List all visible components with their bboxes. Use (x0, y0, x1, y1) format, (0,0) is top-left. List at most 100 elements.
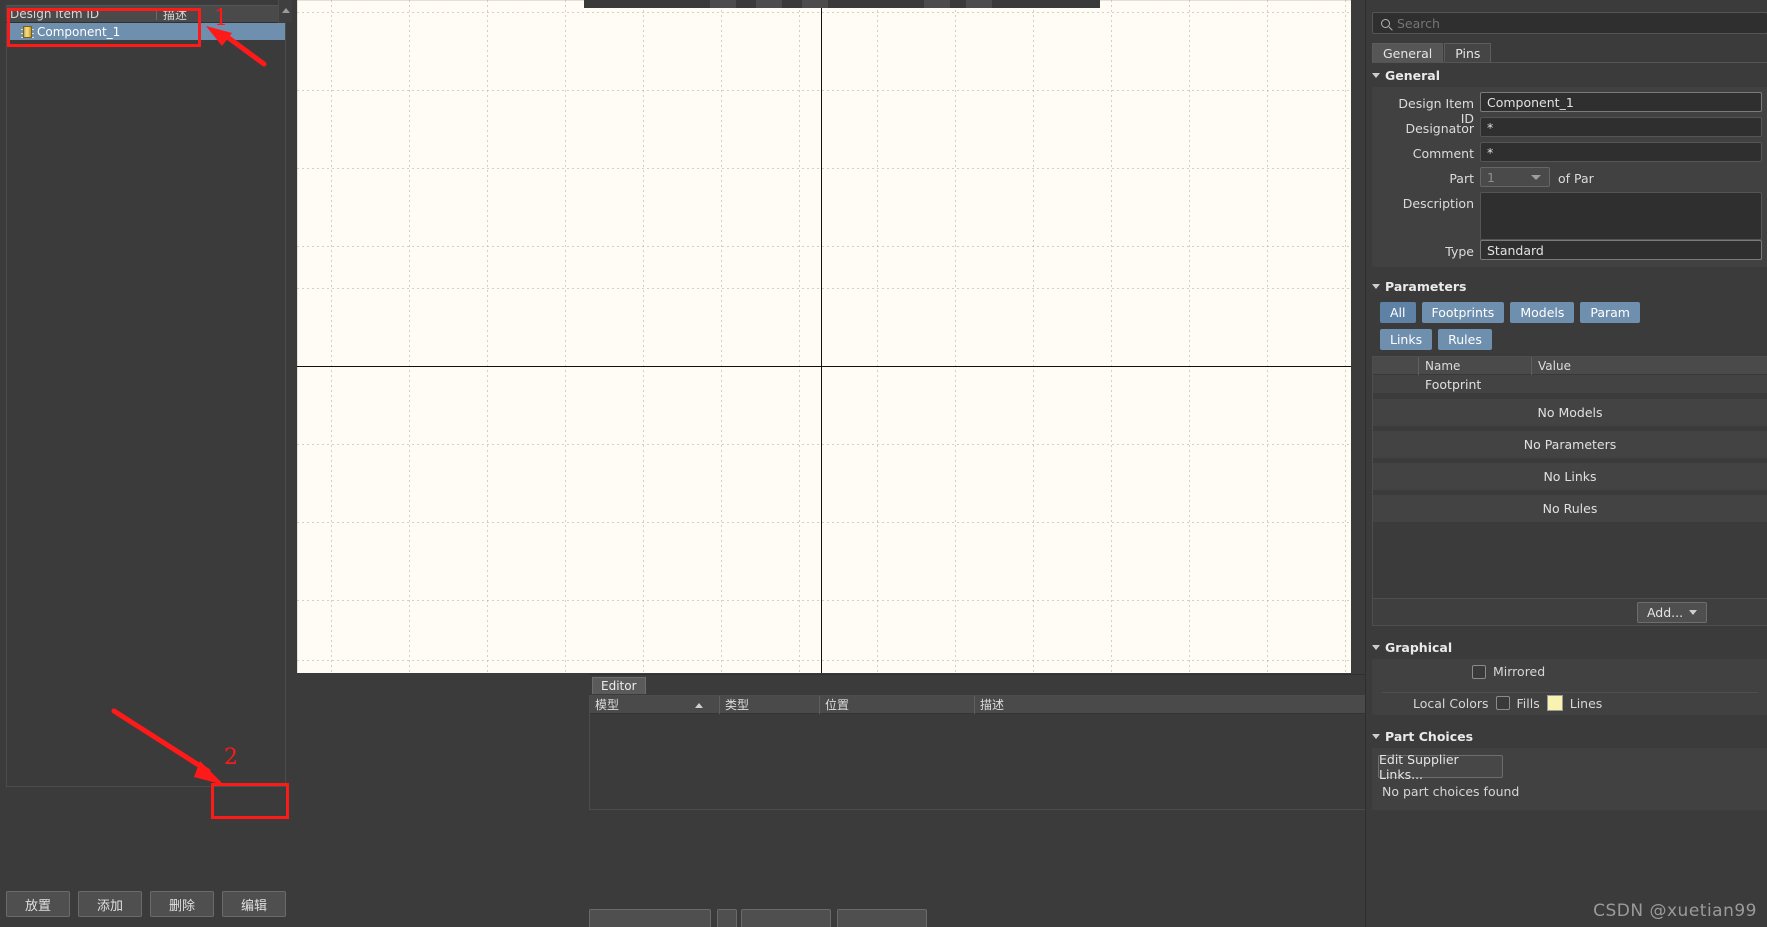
design-items-list[interactable]: Component_1 (6, 23, 286, 787)
comment-value: * (1487, 144, 1494, 160)
banner-no-rules: No Rules (1373, 495, 1767, 522)
design-item-id-value: Component_1 (1487, 94, 1574, 110)
designator-value: * (1487, 119, 1494, 135)
search-icon (1381, 18, 1390, 28)
section-header-parameters[interactable]: Parameters (1372, 279, 1466, 294)
schematic-canvas[interactable] (297, 0, 1351, 673)
place-button[interactable]: 放置 (6, 891, 70, 917)
scroll-up-arrow-icon[interactable] (282, 8, 290, 13)
parameters-table[interactable]: Name Value Footprint No Models No Parame… (1372, 356, 1767, 602)
bottom-button-stub-2[interactable] (717, 909, 737, 927)
designator-field[interactable]: * (1480, 117, 1762, 137)
column-header-design-item-id[interactable]: Design Item ID (6, 7, 154, 21)
label-description: Description (1402, 196, 1474, 211)
label-of-parts: of Par (1558, 171, 1594, 186)
column-divider (156, 8, 157, 20)
filter-footprints[interactable]: Footprints (1421, 302, 1505, 323)
filter-all[interactable]: All (1380, 302, 1416, 323)
bottom-button-stub-1[interactable] (589, 909, 711, 927)
section-header-part-choices[interactable]: Part Choices (1372, 729, 1473, 744)
parameters-column-name[interactable]: Name (1419, 357, 1532, 375)
edit-button[interactable]: 编辑 (222, 891, 286, 917)
collapse-triangle-icon (1372, 645, 1380, 650)
schematic-editor-area: Editor 模型 类型 位置 描述 (292, 0, 1647, 927)
bottom-button-stub-3[interactable] (741, 909, 831, 927)
graphical-section-body: Mirrored Local Colors Fills Lines (1372, 659, 1767, 715)
tab-editor[interactable]: Editor (592, 677, 646, 694)
origin-axis-horizontal (297, 366, 1351, 367)
model-column-description[interactable]: 描述 (975, 696, 1375, 714)
model-table-body[interactable] (590, 714, 1380, 809)
model-column-description-label: 描述 (980, 698, 1005, 712)
parameters-column-value-label: Value (1538, 358, 1571, 373)
part-value: 1 (1487, 169, 1495, 185)
line-color-swatch[interactable] (1546, 695, 1563, 711)
type-value: Standard (1487, 242, 1544, 258)
model-table[interactable]: 模型 类型 位置 描述 (589, 695, 1381, 810)
properties-panel: General Pins General Design Item ID Comp… (1365, 0, 1767, 927)
canvas-top-toolbar-strip[interactable] (584, 0, 1100, 8)
model-table-header: 模型 类型 位置 描述 (590, 695, 1380, 714)
banner-no-links: No Links (1373, 463, 1767, 490)
tab-pins[interactable]: Pins (1444, 43, 1492, 62)
add-button[interactable]: 添加 (78, 891, 142, 917)
filter-rules[interactable]: Rules (1438, 329, 1492, 350)
label-part: Part (1449, 171, 1474, 186)
parameters-column-value[interactable]: Value (1532, 357, 1652, 375)
section-header-graphical[interactable]: Graphical (1372, 640, 1452, 655)
mirrored-row: Mirrored (1472, 664, 1545, 679)
chevron-down-icon (1531, 175, 1541, 180)
collapse-triangle-icon (1372, 284, 1380, 289)
label-type: Type (1445, 244, 1474, 259)
add-parameter-button[interactable]: Add... (1637, 602, 1707, 623)
design-items-scrollbar[interactable] (278, 0, 292, 23)
model-column-type[interactable]: 类型 (720, 695, 820, 714)
properties-tabs: General Pins (1372, 43, 1767, 63)
divider (1382, 692, 1758, 693)
section-header-parameters-label: Parameters (1385, 279, 1467, 294)
design-item-id-field[interactable]: Component_1 (1480, 92, 1762, 112)
banner-no-models: No Models (1373, 399, 1767, 426)
collapse-triangle-icon (1372, 73, 1380, 78)
tab-general[interactable]: General (1372, 43, 1444, 62)
filter-links[interactable]: Links (1380, 329, 1433, 350)
type-field[interactable]: Standard (1480, 240, 1762, 260)
search-input[interactable] (1397, 15, 1727, 31)
section-header-general[interactable]: General (1372, 68, 1440, 83)
parameters-column-name-label: Name (1425, 358, 1461, 373)
editor-bottom-button-stubs (589, 816, 1389, 927)
design-items-column-header: Design Item ID 描述 (6, 5, 286, 23)
model-column-model[interactable]: 模型 (590, 695, 720, 714)
local-colors-row: Local Colors Fills Lines (1413, 695, 1602, 711)
mirrored-checkbox[interactable] (1472, 664, 1486, 679)
sort-ascending-icon (695, 702, 703, 708)
add-parameter-label: Add... (1646, 605, 1684, 620)
part-dropdown[interactable]: 1 (1480, 167, 1550, 187)
description-field[interactable] (1480, 192, 1762, 240)
section-header-part-choices-label: Part Choices (1385, 729, 1474, 744)
canvas-grid (297, 0, 1351, 673)
parameters-table-footer: Add... (1372, 598, 1767, 626)
fills-checkbox[interactable] (1495, 696, 1510, 710)
search-box[interactable] (1372, 12, 1767, 34)
origin-axis-vertical (821, 0, 822, 673)
chevron-down-icon (1689, 610, 1698, 615)
comment-field[interactable]: * (1480, 142, 1762, 162)
column-header-description[interactable]: 描述 (159, 6, 187, 23)
banner-no-parameters: No Parameters (1373, 431, 1767, 458)
lines-label: Lines (1569, 695, 1603, 711)
label-comment: Comment (1412, 146, 1474, 161)
table-row[interactable]: Footprint (1373, 375, 1767, 394)
parameter-filter-row-2: Links Rules (1380, 329, 1492, 350)
component-icon (21, 25, 34, 38)
filter-parameters[interactable]: Param (1580, 302, 1640, 323)
design-items-button-bar: 放置 添加 删除 编辑 (6, 891, 286, 917)
delete-button[interactable]: 删除 (150, 891, 214, 917)
filter-models[interactable]: Models (1510, 302, 1575, 323)
list-item[interactable]: Component_1 (7, 23, 285, 40)
bottom-button-stub-4[interactable] (837, 909, 927, 927)
model-column-position[interactable]: 位置 (820, 695, 975, 714)
model-column-model-label: 模型 (595, 698, 620, 712)
design-items-panel: Design Item ID 描述 Component_1 放置 添加 删除 编… (0, 0, 292, 927)
edit-supplier-links-button[interactable]: Edit Supplier Links... (1378, 752, 1503, 782)
